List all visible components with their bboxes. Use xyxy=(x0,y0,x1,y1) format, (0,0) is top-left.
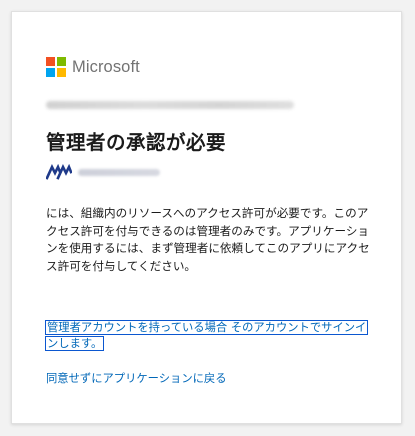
microsoft-logo-icon xyxy=(46,57,66,77)
app-identity xyxy=(46,163,160,181)
admin-signin-link[interactable]: 管理者アカウントを持っている場合 そのアカウントでサインインします。 xyxy=(44,320,374,352)
app-name-redacted xyxy=(78,168,160,176)
admin-signin-link-text: 管理者アカウントを持っている場合 そのアカウントでサインインします。 xyxy=(44,320,369,351)
return-to-app-link[interactable]: 同意せずにアプリケーションに戻る xyxy=(46,371,227,387)
app-logo-icon xyxy=(46,164,72,180)
microsoft-logo: Microsoft xyxy=(46,56,140,78)
brand-name: Microsoft xyxy=(72,57,140,76)
permission-description: には、組織内のリソースへのアクセス許可が必要です。このアクセス許可を付与できるの… xyxy=(46,206,370,273)
consent-card: Microsoft 管理者の承認が必要 には、組織内のリソースへのアクセス許可が… xyxy=(11,11,402,424)
account-email-redacted xyxy=(46,101,294,109)
page-title: 管理者の承認が必要 xyxy=(46,131,227,154)
